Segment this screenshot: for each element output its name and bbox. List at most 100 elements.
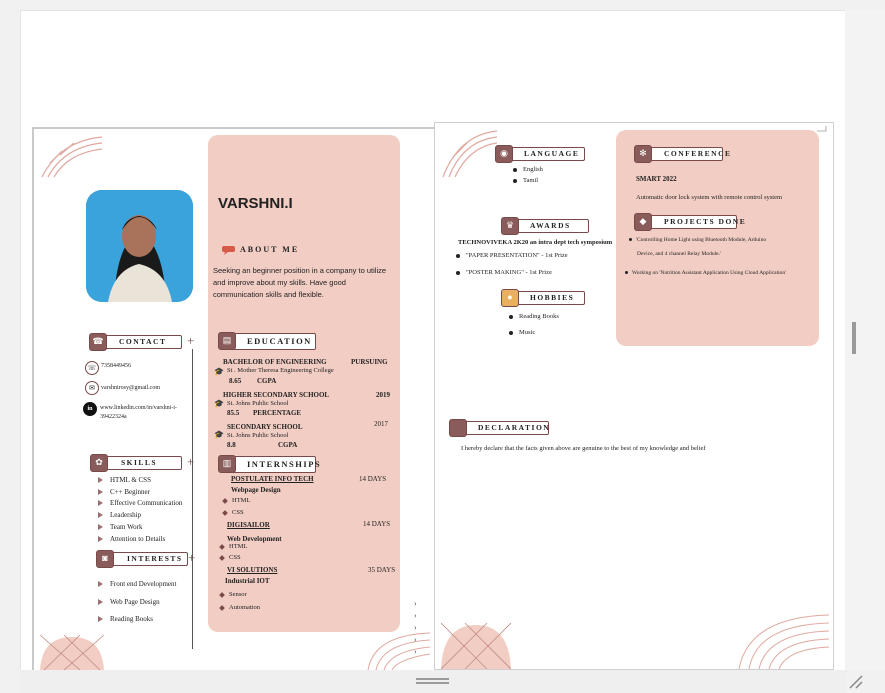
contact-email: varshnirosy@gmail.com xyxy=(101,385,161,391)
contact-book-icon: ☎ xyxy=(89,333,107,351)
conference-name: SMART 2022 xyxy=(636,175,677,183)
education-header: EDUCATION xyxy=(226,333,316,350)
intern-skill: CSS xyxy=(222,509,244,517)
edu-year: 2019 xyxy=(376,391,390,399)
intern-company: VI SOLUTIONS xyxy=(227,566,278,574)
skill-item: Team Work xyxy=(98,523,142,532)
corner-resize-icon[interactable] xyxy=(846,672,864,690)
contact-linkedin-2: 39422324a xyxy=(100,414,127,420)
declaration-text: I hereby declare that the facts given ab… xyxy=(461,445,706,452)
resume-name: VARSHNI.I xyxy=(218,195,293,212)
camera-icon: ◙ xyxy=(96,550,114,568)
vertical-resize-handle[interactable] xyxy=(852,322,856,354)
chevron-right-icon: › xyxy=(414,599,417,608)
project-item: Working on 'Nutrition Assistant Applicat… xyxy=(625,270,786,277)
arrow-bullet-icon xyxy=(98,599,103,606)
speech-bubble-icon xyxy=(222,246,235,255)
language-title: LANGUAGE xyxy=(524,149,580,158)
projects-header: PROJECTS DONE xyxy=(643,215,745,229)
divider-line xyxy=(192,349,193,649)
chevron-right-icon: › xyxy=(414,611,417,620)
intern-skill: Automation xyxy=(219,604,260,612)
bottom-diamond-decoration xyxy=(40,635,104,670)
globe-icon: ◉ xyxy=(495,145,513,163)
project-item-cont: Device, and 4 channel Relay Module.' xyxy=(637,251,721,257)
projects-title: PROJECTS DONE xyxy=(664,217,747,226)
corner-arc-decoration xyxy=(442,130,498,178)
interests-title: INTERESTS xyxy=(127,554,183,563)
phone-icon: ☏ xyxy=(85,361,99,375)
skills-header: SKILLS xyxy=(100,456,182,470)
edu-score: 8.65 xyxy=(229,377,242,385)
bottom-arc-decoration xyxy=(738,614,830,669)
skill-item: Leadership xyxy=(98,511,141,520)
trophy-icon: ♛ xyxy=(501,217,519,235)
language-header: LANGUAGE xyxy=(503,147,585,161)
contact-title: CONTACT xyxy=(119,337,167,346)
language-item: Tamil xyxy=(513,177,538,185)
skill-item: Attention to Details xyxy=(98,535,165,544)
language-item: English xyxy=(513,166,543,174)
cross-ornament: + xyxy=(187,333,195,348)
awards-event: TECHNOVIVEKA 2K20 an intra dept tech sym… xyxy=(458,239,613,246)
arrow-bullet-icon xyxy=(98,500,103,507)
intern-company: POSTULATE INFO TECH xyxy=(231,475,314,483)
bullet-icon xyxy=(509,314,513,319)
about-line-2: and improve about my skills. Have good xyxy=(213,278,346,287)
internships-title: INTERNSHIPS xyxy=(247,459,322,469)
resume-page-1: VARSHNI.I ABOUT ME Seeking an beginner p… xyxy=(32,127,436,670)
conference-title: CONFERENCE xyxy=(664,149,732,158)
internships-header: INTERNSHIPS xyxy=(226,456,320,473)
graduation-cap-icon: 🎓 xyxy=(214,399,224,408)
intern-skill: CSS xyxy=(219,554,241,562)
contact-header: CONTACT xyxy=(98,335,182,349)
intern-company: DIGISAILOR xyxy=(227,521,270,529)
edu-school: St. Johns Public School xyxy=(227,400,289,407)
bullet-icon xyxy=(456,253,460,258)
edu-degree: BACHELOR OF ENGINEERING xyxy=(223,358,327,366)
profile-photo xyxy=(86,190,193,302)
edu-unit: PERCENTAGE xyxy=(253,409,302,417)
conference-icon: ✻ xyxy=(634,145,652,163)
bullet-icon xyxy=(629,238,632,242)
intern-duration: 35 DAYS xyxy=(368,566,396,574)
declaration-header: DECLARATION xyxy=(457,421,549,435)
bullet-icon xyxy=(513,167,517,172)
graduation-cap-icon: 🎓 xyxy=(214,367,224,376)
arrow-bullet-icon xyxy=(98,536,103,543)
edu-year: 2017 xyxy=(374,420,388,428)
about-line-3: communication skills and flexible. xyxy=(213,290,324,299)
awards-header: AWARDS xyxy=(509,219,589,233)
award-item: "PAPER PRESENTATION" - 1st Prize xyxy=(456,252,568,260)
bottom-arc-decoration xyxy=(367,632,430,670)
hobbies-title: HOBBIES xyxy=(530,293,575,302)
graduation-cap-icon: 🎓 xyxy=(214,430,224,439)
edu-school: St . Mother Theresa Engineering College xyxy=(227,367,334,374)
diamond-bullet-icon xyxy=(219,554,225,561)
intern-skill: Sensor xyxy=(219,591,247,599)
edu-school: St. Johns Public School xyxy=(227,432,289,439)
contact-phone: 7358449456 xyxy=(101,363,131,369)
bottom-diamond-decoration xyxy=(441,623,511,669)
horizontal-resize-handle[interactable] xyxy=(416,678,449,684)
arrow-bullet-icon xyxy=(98,489,103,496)
hobbies-icon: ● xyxy=(501,289,519,307)
edu-score: 8.8 xyxy=(227,441,236,449)
skill-item: HTML & CSS xyxy=(98,476,151,485)
vertical-scrollbar-track[interactable] xyxy=(845,10,885,670)
awards-title: AWARDS xyxy=(530,221,571,230)
interest-item: Web Page Design xyxy=(98,598,160,607)
edu-degree: HIGHER SECONDARY SCHOOL xyxy=(223,391,330,399)
arrow-bullet-icon xyxy=(98,581,103,588)
intern-duration: 14 DAYS xyxy=(363,520,391,528)
bullet-icon xyxy=(625,271,628,275)
skills-gear-icon: ✿ xyxy=(90,454,108,472)
arrow-bullet-icon xyxy=(98,616,103,623)
corner-arc-decoration xyxy=(41,136,103,178)
resume-page-2: LANGUAGE ◉ English Tamil AWARDS ♛ TECHNO… xyxy=(434,122,834,670)
hobby-item: Reading Books xyxy=(509,313,559,321)
project-item: 'Controlling Home Light using Bluetooth … xyxy=(629,237,766,244)
arrow-bullet-icon xyxy=(98,512,103,519)
intern-role: Industrial IOT xyxy=(225,577,270,585)
conference-header: CONFERENCE xyxy=(643,147,730,161)
